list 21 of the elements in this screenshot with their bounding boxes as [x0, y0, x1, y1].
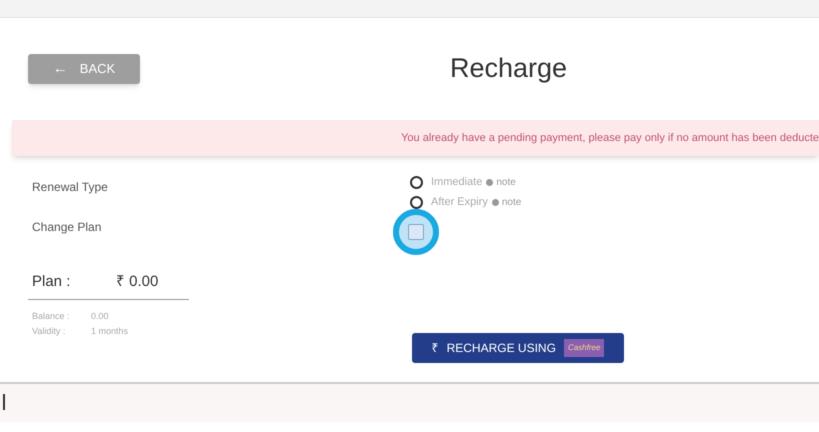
plan-amount: ₹ 0.00: [116, 272, 158, 292]
text-cursor: [3, 394, 5, 410]
radio-button[interactable]: [410, 176, 423, 188]
detail-label: Balance :: [32, 310, 71, 323]
plan-label: Plan :: [32, 272, 72, 292]
cashfree-logo: Cashfree: [564, 339, 604, 357]
change-plan-checkbox[interactable]: [408, 224, 424, 240]
option-label: After Expiry: [431, 194, 488, 210]
detail-value: 0.00: [91, 310, 109, 323]
option-label: Immediate: [431, 174, 482, 190]
page-title: Recharge: [450, 52, 568, 85]
info-icon: [492, 198, 499, 206]
field-label: Renewal Type: [32, 179, 109, 196]
detail-label: Validity :: [32, 324, 66, 338]
detail-value: 1 months: [91, 324, 128, 338]
recharge-button[interactable]: ₹ RECHARGE USING Cashfree: [412, 333, 624, 363]
field-label: Change Plan: [32, 219, 102, 236]
note-label: note: [496, 176, 516, 190]
note-label: note: [502, 196, 522, 210]
alert-message: You already have a pending payment, please pay only if no amount has been deducte: [401, 130, 819, 146]
info-icon: [486, 178, 494, 186]
